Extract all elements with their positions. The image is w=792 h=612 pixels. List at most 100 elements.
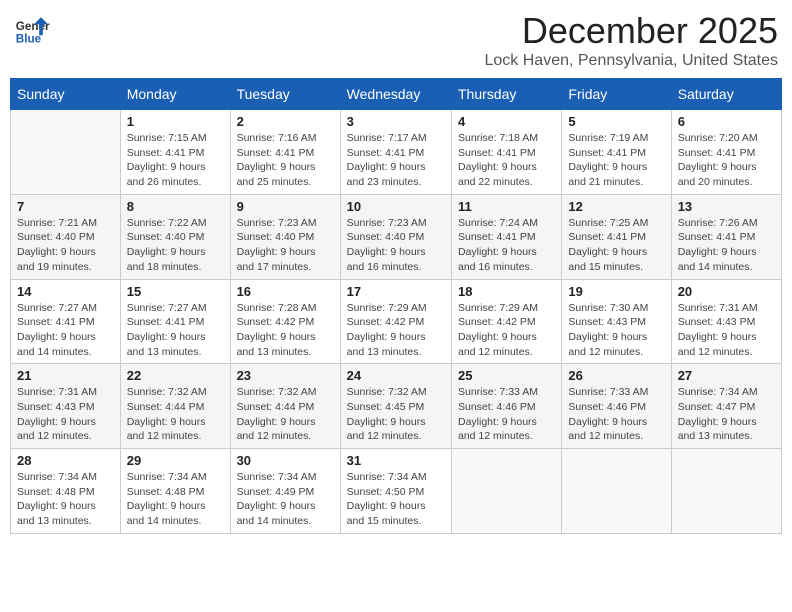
cell-date: 16 [237,284,334,299]
calendar-cell [452,449,562,534]
cell-date: 28 [17,453,114,468]
cell-date: 21 [17,368,114,383]
svg-text:Blue: Blue [16,32,42,45]
cell-date: 11 [458,199,555,214]
cell-date: 18 [458,284,555,299]
calendar-cell: 18 Sunrise: 7:29 AM Sunset: 4:42 PM Dayl… [452,279,562,364]
cell-info: Sunrise: 7:23 AM Sunset: 4:40 PM Dayligh… [237,216,334,275]
cell-date: 1 [127,114,224,129]
calendar-cell: 7 Sunrise: 7:21 AM Sunset: 4:40 PM Dayli… [11,194,121,279]
cell-date: 22 [127,368,224,383]
calendar-week-row: 1 Sunrise: 7:15 AM Sunset: 4:41 PM Dayli… [11,110,782,195]
cell-date: 10 [347,199,445,214]
cell-info: Sunrise: 7:25 AM Sunset: 4:41 PM Dayligh… [568,216,664,275]
calendar-cell: 24 Sunrise: 7:32 AM Sunset: 4:45 PM Dayl… [340,364,451,449]
cell-info: Sunrise: 7:29 AM Sunset: 4:42 PM Dayligh… [458,301,555,360]
calendar-cell: 9 Sunrise: 7:23 AM Sunset: 4:40 PM Dayli… [230,194,340,279]
cell-info: Sunrise: 7:17 AM Sunset: 4:41 PM Dayligh… [347,131,445,190]
calendar-cell: 26 Sunrise: 7:33 AM Sunset: 4:46 PM Dayl… [562,364,671,449]
calendar-cell: 30 Sunrise: 7:34 AM Sunset: 4:49 PM Dayl… [230,449,340,534]
cell-info: Sunrise: 7:24 AM Sunset: 4:41 PM Dayligh… [458,216,555,275]
cell-date: 23 [237,368,334,383]
cell-info: Sunrise: 7:34 AM Sunset: 4:49 PM Dayligh… [237,470,334,529]
cell-info: Sunrise: 7:32 AM Sunset: 4:45 PM Dayligh… [347,385,445,444]
calendar-header-row: Sunday Monday Tuesday Wednesday Thursday… [11,79,782,110]
calendar-week-row: 7 Sunrise: 7:21 AM Sunset: 4:40 PM Dayli… [11,194,782,279]
title-block: December 2025 Lock Haven, Pennsylvania, … [485,10,779,70]
calendar-cell: 6 Sunrise: 7:20 AM Sunset: 4:41 PM Dayli… [671,110,781,195]
col-monday: Monday [120,79,230,110]
cell-info: Sunrise: 7:30 AM Sunset: 4:43 PM Dayligh… [568,301,664,360]
col-friday: Friday [562,79,671,110]
cell-info: Sunrise: 7:22 AM Sunset: 4:40 PM Dayligh… [127,216,224,275]
calendar-cell: 3 Sunrise: 7:17 AM Sunset: 4:41 PM Dayli… [340,110,451,195]
calendar-cell: 27 Sunrise: 7:34 AM Sunset: 4:47 PM Dayl… [671,364,781,449]
calendar-cell: 4 Sunrise: 7:18 AM Sunset: 4:41 PM Dayli… [452,110,562,195]
calendar-cell: 12 Sunrise: 7:25 AM Sunset: 4:41 PM Dayl… [562,194,671,279]
cell-date: 13 [678,199,775,214]
cell-info: Sunrise: 7:20 AM Sunset: 4:41 PM Dayligh… [678,131,775,190]
cell-info: Sunrise: 7:27 AM Sunset: 4:41 PM Dayligh… [127,301,224,360]
cell-info: Sunrise: 7:31 AM Sunset: 4:43 PM Dayligh… [17,385,114,444]
calendar-cell: 21 Sunrise: 7:31 AM Sunset: 4:43 PM Dayl… [11,364,121,449]
calendar-cell [562,449,671,534]
cell-info: Sunrise: 7:27 AM Sunset: 4:41 PM Dayligh… [17,301,114,360]
cell-date: 15 [127,284,224,299]
cell-date: 31 [347,453,445,468]
calendar-cell: 28 Sunrise: 7:34 AM Sunset: 4:48 PM Dayl… [11,449,121,534]
cell-date: 17 [347,284,445,299]
calendar-cell: 25 Sunrise: 7:33 AM Sunset: 4:46 PM Dayl… [452,364,562,449]
calendar-week-row: 21 Sunrise: 7:31 AM Sunset: 4:43 PM Dayl… [11,364,782,449]
cell-info: Sunrise: 7:19 AM Sunset: 4:41 PM Dayligh… [568,131,664,190]
cell-info: Sunrise: 7:29 AM Sunset: 4:42 PM Dayligh… [347,301,445,360]
cell-date: 24 [347,368,445,383]
cell-date: 12 [568,199,664,214]
cell-date: 7 [17,199,114,214]
cell-date: 14 [17,284,114,299]
calendar-cell: 11 Sunrise: 7:24 AM Sunset: 4:41 PM Dayl… [452,194,562,279]
calendar-cell: 8 Sunrise: 7:22 AM Sunset: 4:40 PM Dayli… [120,194,230,279]
cell-date: 20 [678,284,775,299]
calendar-cell: 2 Sunrise: 7:16 AM Sunset: 4:41 PM Dayli… [230,110,340,195]
location: Lock Haven, Pennsylvania, United States [485,52,779,70]
cell-info: Sunrise: 7:32 AM Sunset: 4:44 PM Dayligh… [127,385,224,444]
cell-date: 25 [458,368,555,383]
cell-date: 3 [347,114,445,129]
cell-info: Sunrise: 7:33 AM Sunset: 4:46 PM Dayligh… [458,385,555,444]
col-tuesday: Tuesday [230,79,340,110]
calendar-cell [11,110,121,195]
calendar-cell: 31 Sunrise: 7:34 AM Sunset: 4:50 PM Dayl… [340,449,451,534]
logo-icon: General Blue [14,10,50,46]
cell-date: 8 [127,199,224,214]
cell-info: Sunrise: 7:23 AM Sunset: 4:40 PM Dayligh… [347,216,445,275]
cell-info: Sunrise: 7:16 AM Sunset: 4:41 PM Dayligh… [237,131,334,190]
cell-date: 6 [678,114,775,129]
cell-info: Sunrise: 7:21 AM Sunset: 4:40 PM Dayligh… [17,216,114,275]
calendar-cell: 10 Sunrise: 7:23 AM Sunset: 4:40 PM Dayl… [340,194,451,279]
calendar-cell: 15 Sunrise: 7:27 AM Sunset: 4:41 PM Dayl… [120,279,230,364]
cell-info: Sunrise: 7:28 AM Sunset: 4:42 PM Dayligh… [237,301,334,360]
calendar-cell: 5 Sunrise: 7:19 AM Sunset: 4:41 PM Dayli… [562,110,671,195]
calendar-cell: 16 Sunrise: 7:28 AM Sunset: 4:42 PM Dayl… [230,279,340,364]
calendar-cell: 17 Sunrise: 7:29 AM Sunset: 4:42 PM Dayl… [340,279,451,364]
cell-info: Sunrise: 7:34 AM Sunset: 4:48 PM Dayligh… [17,470,114,529]
cell-date: 9 [237,199,334,214]
logo: General Blue [14,10,54,46]
cell-info: Sunrise: 7:34 AM Sunset: 4:47 PM Dayligh… [678,385,775,444]
col-saturday: Saturday [671,79,781,110]
cell-info: Sunrise: 7:34 AM Sunset: 4:48 PM Dayligh… [127,470,224,529]
cell-date: 30 [237,453,334,468]
cell-info: Sunrise: 7:15 AM Sunset: 4:41 PM Dayligh… [127,131,224,190]
calendar-week-row: 28 Sunrise: 7:34 AM Sunset: 4:48 PM Dayl… [11,449,782,534]
calendar-table: Sunday Monday Tuesday Wednesday Thursday… [10,78,782,534]
cell-date: 5 [568,114,664,129]
calendar-cell [671,449,781,534]
cell-date: 4 [458,114,555,129]
calendar-cell: 1 Sunrise: 7:15 AM Sunset: 4:41 PM Dayli… [120,110,230,195]
cell-info: Sunrise: 7:31 AM Sunset: 4:43 PM Dayligh… [678,301,775,360]
col-thursday: Thursday [452,79,562,110]
cell-info: Sunrise: 7:34 AM Sunset: 4:50 PM Dayligh… [347,470,445,529]
calendar-cell: 23 Sunrise: 7:32 AM Sunset: 4:44 PM Dayl… [230,364,340,449]
cell-info: Sunrise: 7:26 AM Sunset: 4:41 PM Dayligh… [678,216,775,275]
cell-info: Sunrise: 7:18 AM Sunset: 4:41 PM Dayligh… [458,131,555,190]
